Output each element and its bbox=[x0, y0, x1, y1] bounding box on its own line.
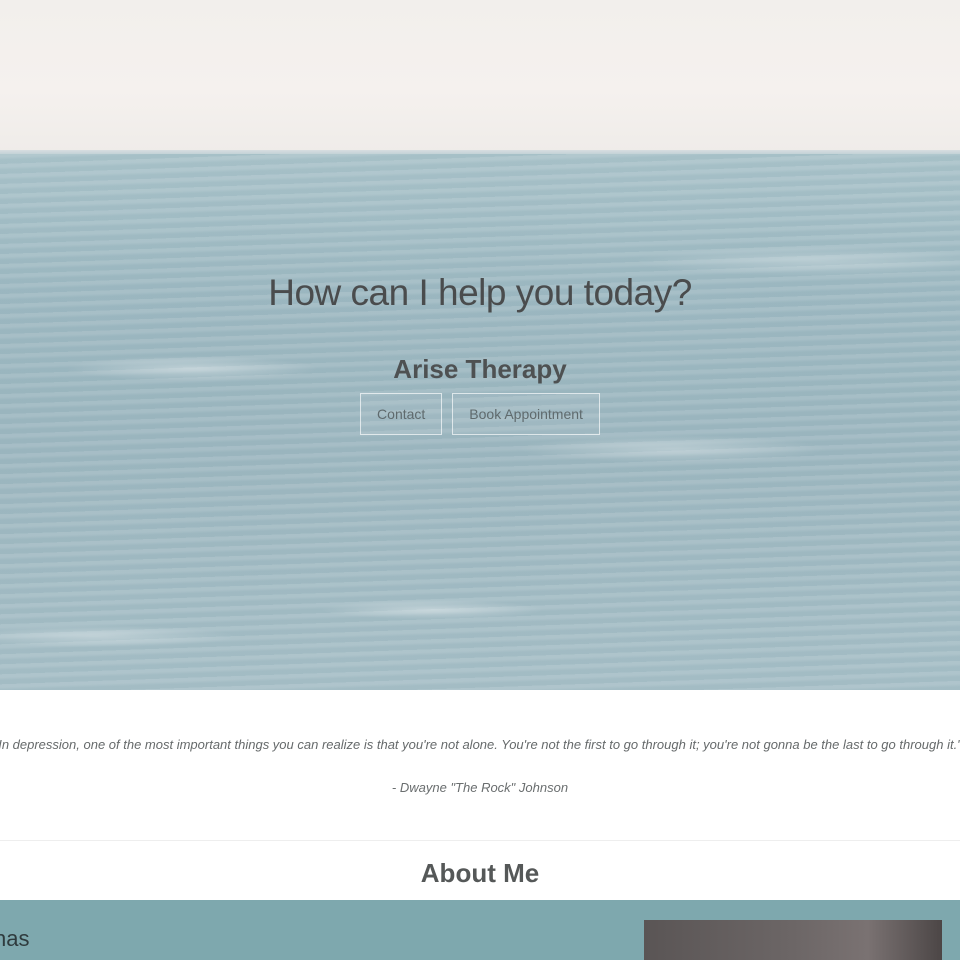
book-appointment-button[interactable]: Book Appointment bbox=[452, 393, 600, 435]
quote-text: In depression, one of the most important… bbox=[0, 737, 960, 752]
quote-author: - Dwayne "The Rock" Johnson bbox=[391, 780, 569, 795]
quote-section: In depression, one of the most important… bbox=[0, 690, 960, 841]
hero-content: How can I help you today? Arise Therapy … bbox=[0, 272, 960, 435]
about-name-text: nas bbox=[0, 926, 30, 951]
contact-button[interactable]: Contact bbox=[360, 393, 443, 435]
about-heading: About Me bbox=[420, 858, 540, 888]
page: How can I help you today? Arise Therapy … bbox=[0, 0, 960, 960]
hero-sky-background bbox=[0, 0, 960, 152]
hero-title: How can I help you today? bbox=[268, 272, 692, 313]
about-profile-photo bbox=[644, 920, 942, 960]
hero-subtitle: Arise Therapy bbox=[393, 354, 567, 384]
hero-button-group: Contact Book Appointment bbox=[0, 393, 960, 435]
hero-section: How can I help you today? Arise Therapy … bbox=[0, 0, 960, 690]
